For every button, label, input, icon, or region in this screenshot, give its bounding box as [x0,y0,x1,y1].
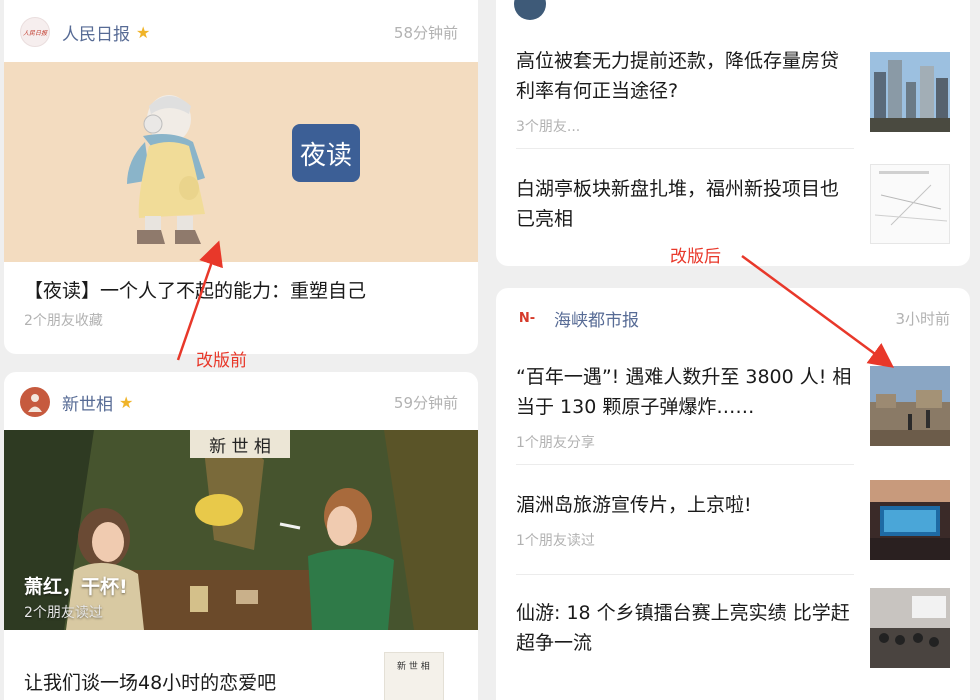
source-avatar[interactable] [514,0,546,20]
annotation-before: 改版前 [196,351,247,371]
news-item-thumbnail[interactable] [870,366,950,446]
article-title[interactable]: 让我们谈一场48小时的恋爱吧 [24,668,364,698]
news-item-title[interactable]: 仙游: 18 个乡镇擂台赛上亮实绩 比学赶超争一流 [516,598,854,658]
source-name[interactable]: 海峡都市报 [554,306,639,331]
source-row: 新世相 ★ 59分钟前 [4,382,478,422]
badge-text: 夜读 [299,140,352,171]
publish-time: 3小时前 [895,309,950,328]
news-item-title[interactable]: 高位被套无力提前还款，降低存量房贷利率有何正当途径? [516,46,854,106]
article-thumbnail[interactable]: 新 世 相 [384,652,444,700]
star-icon: ★ [136,22,151,42]
article-card-haixia[interactable]: N- 海峡都市报 3小时前 “百年一遇”! 遇难人数升至 3800 人! 相当于… [496,288,970,700]
thumbnail-text: 新 世 相 [397,662,430,672]
renmin-logo-text: 人民日报 [22,29,47,37]
cover-sign: 新 世 相 [190,430,290,458]
article-card-xinshixiang[interactable]: 新世相 ★ 59分钟前 新 世 相 萧红，干杯! 2个朋友读过 让我们谈一场48 [4,372,478,700]
source-row: 人民日报 人民日报 ★ 58分钟前 [4,12,478,52]
news-item-thumbnail[interactable] [870,164,950,244]
xinshixiang-logo[interactable] [20,387,50,417]
cover-sign-text: 新 世 相 [209,436,271,457]
bar-scene-illustration [4,430,478,630]
article-cover[interactable]: 新 世 相 萧红，干杯! 2个朋友读过 [4,430,478,630]
night-reading-badge: 夜读 [292,124,360,182]
cover-meta: 2个朋友读过 [24,605,103,621]
haixia-logo-text: N- [518,310,536,326]
renmin-logo[interactable]: 人民日报 [20,17,50,47]
cover-title[interactable]: 萧红，干杯! [24,572,128,599]
article-title[interactable]: 【夜读】一个人了不起的能力：重塑自己 [24,276,464,306]
publish-time: 59分钟前 [393,393,458,412]
article-card-group-top[interactable]: 高位被套无力提前还款，降低存量房贷利率有何正当途径? 3个朋友... 白湖亭板块… [496,0,970,266]
haixia-logo[interactable]: N- [512,303,542,333]
map-document-thumbnail [871,165,949,243]
source-name[interactable]: 人民日报 [62,20,130,45]
avatar-figure-icon [28,394,42,412]
article-card-renmin[interactable]: 人民日报 人民日报 ★ 58分钟前 夜读 【夜读】一个人了不起的能力：重塑自己 … [4,0,478,354]
star-icon: ★ [119,392,134,412]
news-item-title[interactable]: “百年一遇”! 遇难人数升至 3800 人! 相当于 130 颗原子弹爆炸…… [516,362,854,422]
promo-screen-photo [870,480,950,560]
news-item-thumbnail[interactable] [870,480,950,560]
divider [516,574,854,575]
news-item-meta: 3个朋友... [516,119,581,135]
news-item-thumbnail[interactable] [870,52,950,132]
news-item-thumbnail[interactable] [870,588,950,668]
news-item-meta: 1个朋友分享 [516,435,595,451]
news-item-title[interactable]: 湄洲岛旅游宣传片，上京啦! [516,490,854,520]
annotation-after: 改版后 [670,247,721,267]
article-meta: 2个朋友收藏 [24,313,103,329]
disaster-scene-photo [870,366,950,446]
city-buildings-photo [870,52,950,132]
source-row: N- 海峡都市报 3小时前 [496,298,970,338]
article-cover[interactable]: 夜读 [4,62,478,262]
publish-time: 58分钟前 [393,23,458,42]
walking-girl-illustration [127,95,205,244]
news-item-title[interactable]: 白湖亭板块新盘扎堆，福州新投项目也已亮相 [516,174,854,234]
divider [516,464,854,465]
meeting-hall-photo [870,588,950,668]
source-name[interactable]: 新世相 [62,390,113,415]
divider [516,148,854,149]
news-item-meta: 1个朋友读过 [516,533,595,549]
